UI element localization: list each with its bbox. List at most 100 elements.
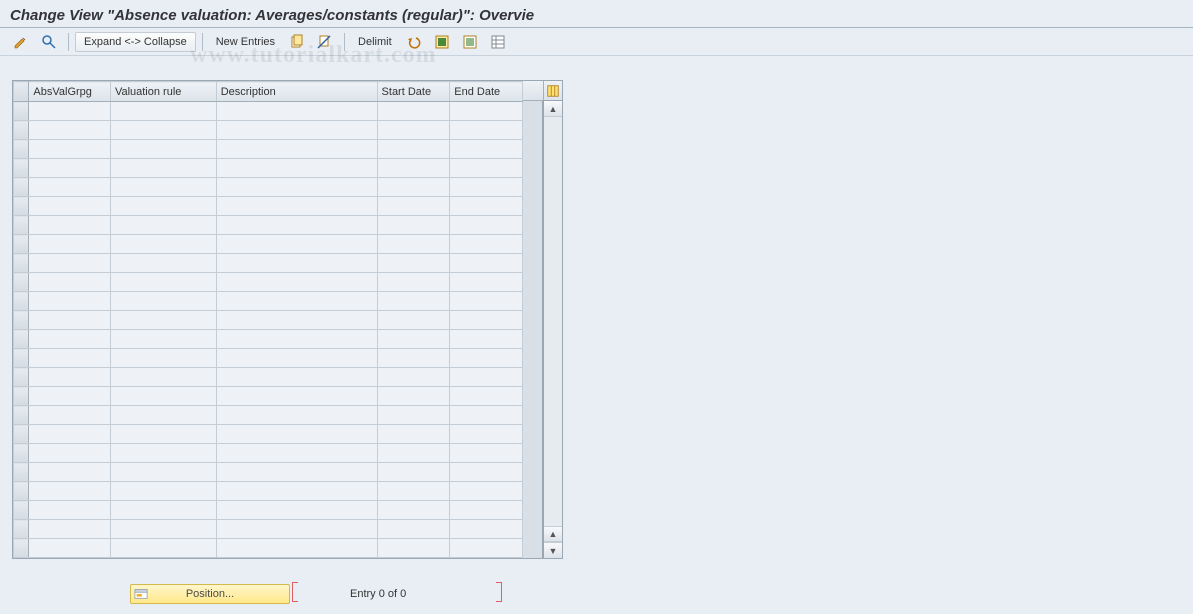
cell[interactable] [29,425,111,444]
cell[interactable] [110,406,216,425]
cell[interactable] [377,235,450,254]
cell[interactable] [110,368,216,387]
cell[interactable] [216,235,377,254]
row-selector[interactable] [14,520,29,539]
cell[interactable] [216,178,377,197]
row-selector[interactable] [14,216,29,235]
cell[interactable] [110,292,216,311]
cell[interactable] [450,235,523,254]
cell[interactable] [29,463,111,482]
cell[interactable] [29,520,111,539]
cell[interactable] [110,216,216,235]
cell[interactable] [450,501,523,520]
row-selector[interactable] [14,539,29,558]
cell[interactable] [216,254,377,273]
cell[interactable] [216,159,377,178]
cell[interactable] [110,159,216,178]
cell[interactable] [29,482,111,501]
cell[interactable] [216,102,377,121]
cell[interactable] [377,425,450,444]
cell[interactable] [450,273,523,292]
cell[interactable] [110,140,216,159]
cell[interactable] [29,311,111,330]
select-all-button[interactable] [429,32,455,52]
row-selector[interactable] [14,140,29,159]
cell[interactable] [29,159,111,178]
cell[interactable] [450,178,523,197]
row-selector[interactable] [14,292,29,311]
cell[interactable] [377,178,450,197]
col-header-valuation-rule[interactable]: Valuation rule [110,82,216,102]
column-configuration-button[interactable] [543,80,563,101]
cell[interactable] [110,482,216,501]
row-selector[interactable] [14,406,29,425]
cell[interactable] [216,121,377,140]
cell[interactable] [29,178,111,197]
row-selector[interactable] [14,387,29,406]
cell[interactable] [29,216,111,235]
col-header-absvalgrpg[interactable]: AbsValGrpg [29,82,111,102]
cell[interactable] [216,539,377,558]
row-selector[interactable] [14,235,29,254]
cell[interactable] [377,121,450,140]
cell[interactable] [377,501,450,520]
row-selector[interactable] [14,311,29,330]
delete-button[interactable] [312,32,338,52]
cell[interactable] [29,197,111,216]
cell[interactable] [450,102,523,121]
copy-as-button[interactable] [284,32,310,52]
col-header-description[interactable]: Description [216,82,377,102]
cell[interactable] [216,197,377,216]
cell[interactable] [377,197,450,216]
cell[interactable] [29,368,111,387]
cell[interactable] [216,368,377,387]
cell[interactable] [216,311,377,330]
cell[interactable] [110,501,216,520]
scroll-up2-button[interactable]: ▲ [544,526,562,542]
cell[interactable] [216,349,377,368]
cell[interactable] [29,501,111,520]
cell[interactable] [377,273,450,292]
row-selector[interactable] [14,330,29,349]
cell[interactable] [450,159,523,178]
cell[interactable] [450,539,523,558]
cell[interactable] [110,520,216,539]
cell[interactable] [216,425,377,444]
row-selector[interactable] [14,482,29,501]
cell[interactable] [450,121,523,140]
scroll-track[interactable] [544,117,562,526]
cell[interactable] [110,463,216,482]
cell[interactable] [110,102,216,121]
cell[interactable] [216,292,377,311]
row-selector[interactable] [14,501,29,520]
cell[interactable] [450,254,523,273]
cell[interactable] [377,368,450,387]
expand-collapse-button[interactable]: Expand <-> Collapse [75,32,196,52]
cell[interactable] [216,387,377,406]
row-selector-header[interactable] [14,82,29,102]
cell[interactable] [377,520,450,539]
row-selector[interactable] [14,444,29,463]
cell[interactable] [450,444,523,463]
cell[interactable] [110,387,216,406]
cell[interactable] [450,216,523,235]
cell[interactable] [110,197,216,216]
row-selector[interactable] [14,349,29,368]
cell[interactable] [377,539,450,558]
cell[interactable] [450,463,523,482]
cell[interactable] [29,330,111,349]
cell[interactable] [29,406,111,425]
row-selector[interactable] [14,121,29,140]
col-header-end-date[interactable]: End Date [450,82,523,102]
cell[interactable] [450,406,523,425]
cell[interactable] [377,349,450,368]
cell[interactable] [110,425,216,444]
row-selector[interactable] [14,159,29,178]
delimit-button[interactable]: Delimit [351,32,399,52]
cell[interactable] [110,330,216,349]
row-selector[interactable] [14,254,29,273]
cell[interactable] [216,444,377,463]
cell[interactable] [29,292,111,311]
cell[interactable] [110,178,216,197]
cell[interactable] [377,463,450,482]
